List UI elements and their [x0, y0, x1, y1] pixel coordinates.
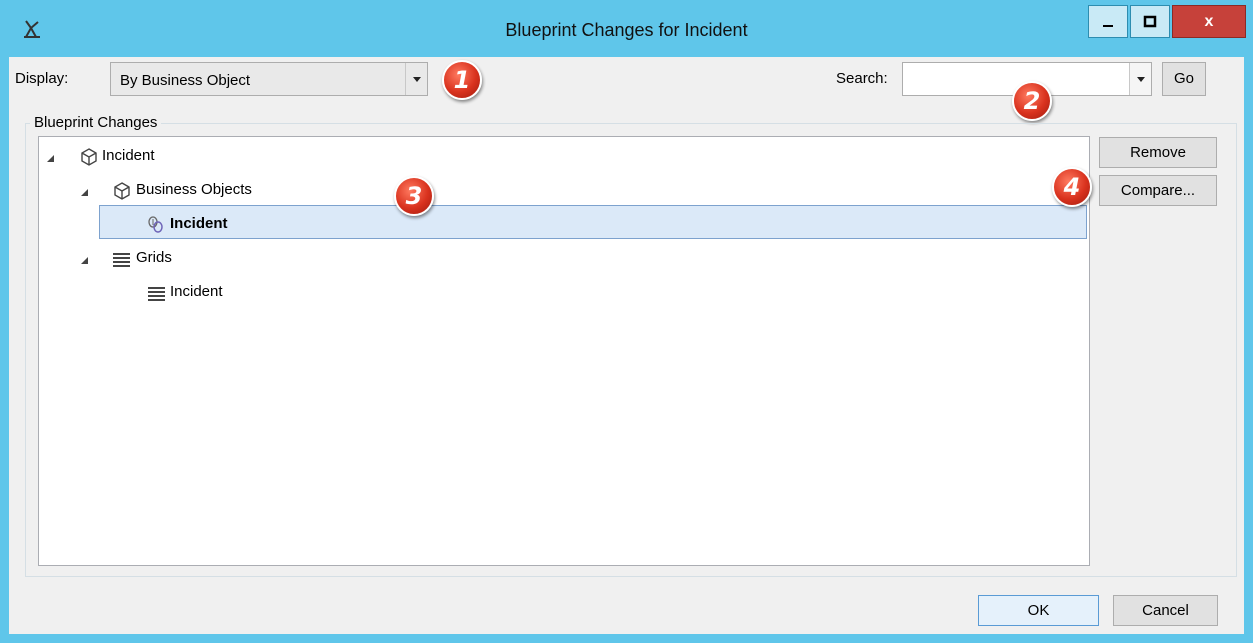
- dialog-window: Blueprint Changes for Incident x Display…: [0, 0, 1253, 643]
- title-bar[interactable]: Blueprint Changes for Incident x: [0, 0, 1253, 57]
- minimize-button[interactable]: [1088, 5, 1128, 38]
- cube-icon: [81, 148, 97, 166]
- minimize-icon: [1103, 24, 1113, 27]
- maximize-icon: [1143, 15, 1157, 27]
- callout-badge-1: 1: [442, 60, 482, 100]
- search-label: Search:: [836, 70, 888, 87]
- compare-button[interactable]: Compare...: [1099, 175, 1217, 206]
- tree-item-label: Business Objects: [136, 181, 252, 198]
- callout-badge-4: 4: [1052, 167, 1092, 207]
- tree-item-grids[interactable]: Grids: [39, 243, 639, 275]
- tree-item-incident-grid[interactable]: Incident: [39, 277, 639, 309]
- display-label: Display:: [15, 70, 69, 87]
- tree-item-incident-business-object[interactable]: Incident: [39, 209, 639, 241]
- tree-item-label: Incident: [170, 283, 223, 300]
- maximize-button[interactable]: [1130, 5, 1170, 38]
- search-dropdown-arrow-icon[interactable]: [1129, 63, 1151, 95]
- dialog-body: Display: By Business Object 1 Search: Go…: [9, 57, 1244, 634]
- group-title: Blueprint Changes: [30, 114, 162, 131]
- cube-icon: [114, 182, 130, 200]
- go-button[interactable]: Go: [1162, 62, 1206, 96]
- changes-tree[interactable]: Incident Business Objects Incident Grids…: [38, 136, 1090, 566]
- ok-button[interactable]: OK: [978, 595, 1099, 626]
- tree-item-label: Grids: [136, 249, 172, 266]
- grid-icon: [113, 253, 130, 267]
- tree-item-incident-root[interactable]: Incident: [39, 141, 639, 173]
- window-title: Blueprint Changes for Incident: [505, 20, 748, 40]
- tree-item-label: Incident: [170, 215, 228, 232]
- tree-item-label: Incident: [102, 147, 155, 164]
- collapse-icon[interactable]: [81, 189, 88, 196]
- remove-button[interactable]: Remove: [1099, 137, 1217, 168]
- close-button[interactable]: x: [1172, 5, 1246, 38]
- cancel-button[interactable]: Cancel: [1113, 595, 1218, 626]
- tree-item-business-objects[interactable]: Business Objects: [39, 175, 639, 207]
- display-dropdown[interactable]: By Business Object: [110, 62, 428, 96]
- close-icon: x: [1204, 12, 1214, 30]
- collapse-icon[interactable]: [47, 155, 54, 162]
- collapse-icon[interactable]: [81, 257, 88, 264]
- grid-icon: [148, 287, 165, 301]
- display-value: By Business Object: [120, 72, 251, 89]
- callout-badge-2: 2: [1012, 81, 1052, 121]
- dropdown-arrow-icon[interactable]: [405, 63, 427, 95]
- callout-badge-3: 3: [394, 176, 434, 216]
- business-object-link-icon: [148, 216, 163, 233]
